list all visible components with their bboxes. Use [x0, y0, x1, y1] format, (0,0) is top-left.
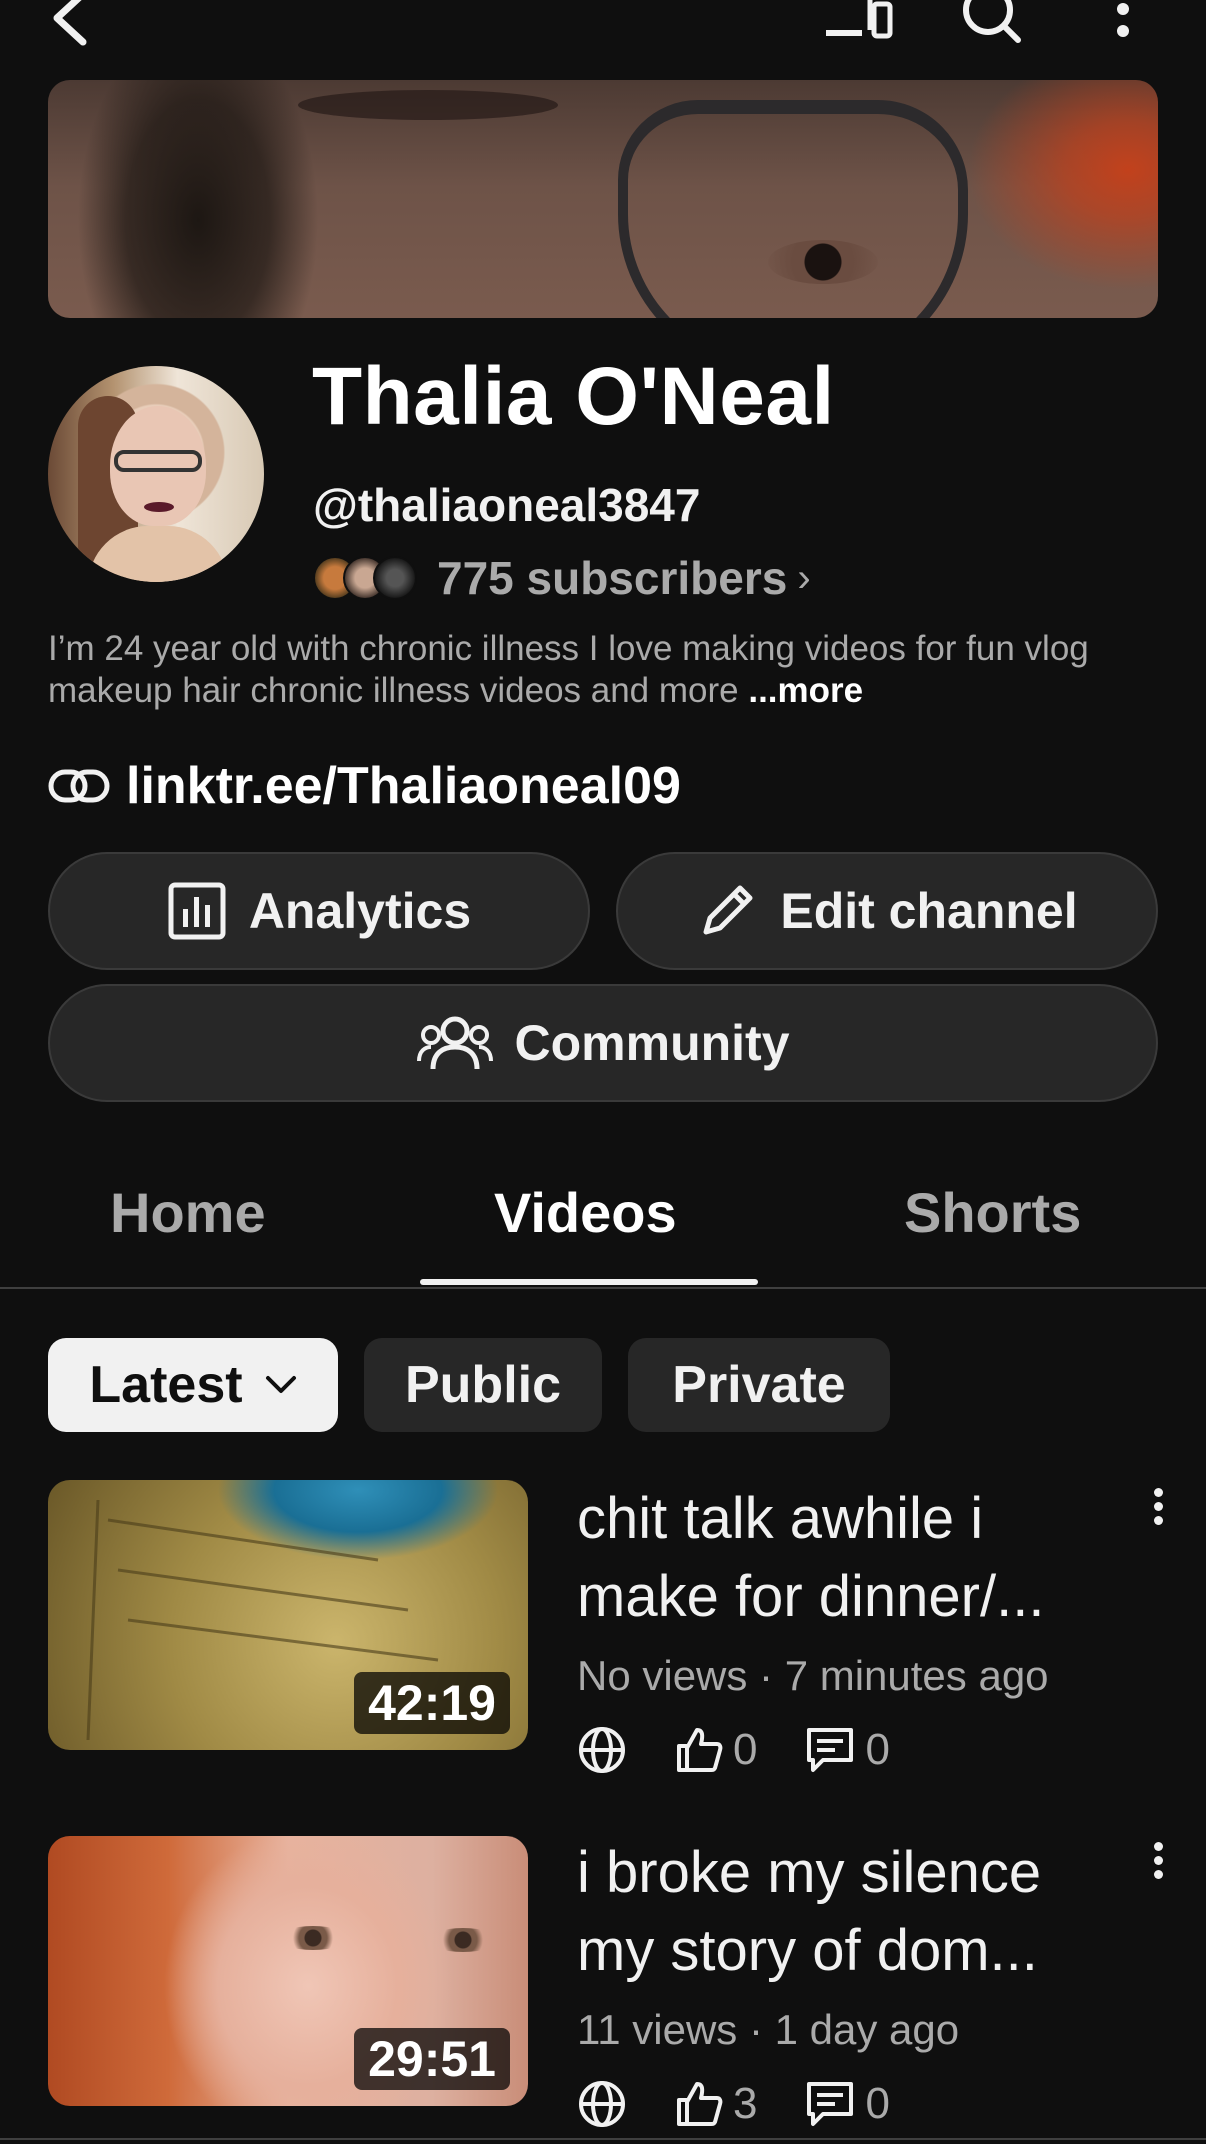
video-meta: 11 views · 1 day ago	[577, 2006, 960, 2053]
thumbnail-eye	[278, 1926, 348, 1950]
video-title-line: make for dinner/...	[577, 1564, 1045, 1629]
description-text: I’m 24 year old with chronic illness I l…	[48, 629, 1089, 710]
video-duration: 42:19	[354, 1672, 510, 1734]
globe-icon	[579, 2081, 625, 2127]
video-title[interactable]: chit talk awhile i make for dinner/...	[577, 1480, 1137, 1636]
analytics-button[interactable]: Analytics	[48, 852, 590, 970]
video-thumbnail[interactable]: 42:19	[48, 1480, 528, 1750]
community-button[interactable]: Community	[48, 984, 1158, 1102]
thumbnail-eye	[428, 1928, 498, 1952]
like-count: 0	[733, 1725, 758, 1774]
like-count: 3	[733, 2079, 758, 2128]
channel-handle: @thaliaoneal3847	[313, 479, 701, 531]
tab-home[interactable]: Home	[110, 1180, 266, 1245]
search-icon	[963, 0, 1021, 43]
sort-dropdown[interactable]: Latest	[48, 1338, 338, 1432]
channel-tabs: Home Videos Shorts	[0, 1150, 1206, 1288]
channel-link-text: linktr.ee/Thaliaoneal09	[126, 757, 681, 815]
video-stats: 3 0	[577, 2076, 890, 2132]
video-title-line: i broke my silence	[577, 1840, 1042, 1905]
chip-private[interactable]: Private	[628, 1338, 890, 1432]
comment-icon	[807, 1728, 854, 1772]
chevron-right-icon: ›	[797, 555, 811, 600]
video-duration: 29:51	[354, 2028, 510, 2090]
more-button[interactable]	[1108, 0, 1138, 46]
video-menu-button[interactable]	[1146, 1842, 1170, 1902]
video-stats: 0 0	[577, 1722, 890, 1778]
cast-button[interactable]	[822, 0, 894, 44]
chip-public[interactable]: Public	[364, 1338, 602, 1432]
search-button[interactable]	[960, 0, 1024, 50]
video-title-line: my story of dom...	[577, 1918, 1038, 1983]
more-link[interactable]: ...more	[748, 671, 863, 710]
more-vertical-icon	[1117, 3, 1129, 37]
chevron-down-icon	[265, 1376, 296, 1393]
subscriber-count: 775 subscribers	[437, 552, 788, 604]
cast-icon	[826, 0, 893, 39]
video-thumbnail[interactable]: 29:51	[48, 1836, 528, 2106]
community-icon	[416, 1016, 493, 1070]
channel-link[interactable]: linktr.ee/Thaliaoneal09	[48, 756, 681, 816]
pencil-icon	[703, 885, 753, 935]
comment-count: 0	[865, 1725, 890, 1774]
analytics-label: Analytics	[248, 883, 472, 939]
bottom-divider	[0, 2138, 1206, 2140]
channel-avatar[interactable]	[48, 366, 264, 582]
comment-count: 0	[865, 2079, 890, 2128]
edit-channel-label: Edit channel	[780, 883, 1078, 939]
globe-icon	[579, 1727, 625, 1773]
link-icon	[48, 769, 110, 803]
tabs-divider	[0, 1287, 1206, 1289]
comment-icon	[807, 2082, 854, 2126]
community-label: Community	[514, 1015, 790, 1071]
video-meta: No views · 7 minutes ago	[577, 1652, 1049, 1699]
thumbs-up-icon	[677, 2082, 723, 2126]
arrow-back-icon	[53, 0, 87, 46]
video-title-line: chit talk awhile i	[577, 1486, 984, 1551]
channel-name: Thalia O'Neal	[312, 351, 835, 442]
sort-label: Latest	[89, 1356, 243, 1414]
channel-description[interactable]: I’m 24 year old with chronic illness I l…	[48, 628, 1168, 712]
edit-channel-button[interactable]: Edit channel	[616, 852, 1158, 970]
active-tab-indicator	[420, 1279, 758, 1285]
back-button[interactable]	[44, 0, 94, 48]
tab-shorts[interactable]: Shorts	[904, 1180, 1081, 1245]
subscribers-row[interactable]: 775 subscribers ›	[313, 552, 811, 604]
video-title[interactable]: i broke my silence my story of dom...	[577, 1834, 1137, 1990]
video-menu-button[interactable]	[1146, 1488, 1170, 1548]
thumbs-up-icon	[677, 1728, 723, 1772]
subscriber-avatars	[313, 554, 423, 602]
channel-banner	[48, 80, 1158, 318]
tab-videos[interactable]: Videos	[494, 1180, 677, 1245]
analytics-icon	[168, 882, 226, 940]
